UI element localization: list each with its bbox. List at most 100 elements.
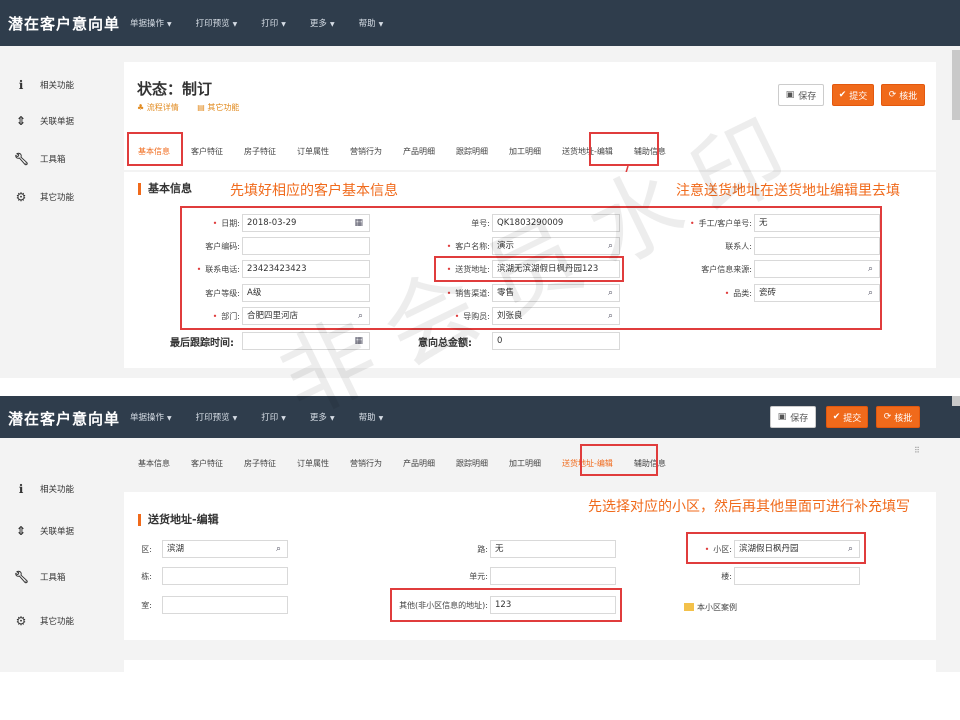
submit-button[interactable]: ✔ 提交 [832,84,874,106]
submit-button[interactable]: ✔ 提交 [826,406,868,428]
search-icon[interactable]: ⌕ [868,261,873,277]
sidebar-item-toolbox[interactable]: 🔧︎ 工具箱 [14,152,66,166]
scrollbar[interactable] [952,396,960,406]
community-case-link[interactable]: 本小区案例 [684,602,737,613]
app-title: 潜在客户意向单 [8,410,121,428]
wrench-icon: 🔧︎ [14,570,30,584]
tab-house-features[interactable]: 房子特征 [244,146,276,157]
resize-grip-icon: ⠿ [914,446,920,455]
tab-product-detail[interactable]: 产品明细 [403,146,435,157]
category-field[interactable]: 瓷砖 ⌕ [754,284,880,302]
menu-document-ops[interactable]: 单据操作 ▼ [130,411,172,423]
other-function-link[interactable]: ▤ 其它功能 [197,103,247,112]
contact-label: 联系人: [725,242,752,251]
guide-field[interactable]: 刘张良 ⌕ [492,307,620,325]
menu-help[interactable]: 帮助 ▼ [359,17,384,29]
phone-field[interactable]: 23423423423 [242,260,370,278]
review-button[interactable]: ⟳ 核批 [876,406,920,428]
tab-customer-features[interactable]: 客户特征 [191,458,223,469]
search-icon[interactable]: ⌕ [868,285,873,301]
sidebar-item-toolbox[interactable]: 🔧︎ 工具箱 [14,570,66,584]
department-label: • 部门: [212,312,240,321]
tab-processing-detail[interactable]: 加工明细 [509,146,541,157]
sidebar-item-other[interactable]: ⚙ 其它功能 [14,614,74,628]
tab-order-attributes[interactable]: 订单属性 [297,458,329,469]
road-field[interactable]: 无 [490,540,616,558]
menu-more[interactable]: 更多 ▼ [310,17,335,29]
search-icon[interactable]: ⌕ [608,308,613,324]
top-menu: 单据操作 ▼ 打印预览 ▼ 打印 ▼ 更多 ▼ 帮助 ▼ [130,0,407,46]
screenshot-panel-address-edit: 潜在客户意向单 单据操作 ▼ 打印预览 ▼ 打印 ▼ 更多 ▼ 帮助 ▼ ▣ 保存 ✔ 提交 … [0,396,960,672]
tab-order-attributes[interactable]: 订单属性 [297,146,329,157]
save-button[interactable]: ▣ 保存 [770,406,816,428]
customer-level-label: 客户等级: [205,289,240,298]
room-label: 室: [141,601,152,610]
tab-customer-features[interactable]: 客户特征 [191,146,223,157]
search-icon[interactable]: ⌕ [608,285,613,301]
category-label: • 品类: [724,289,752,298]
customer-level-field[interactable]: A级 [242,284,370,302]
tab-processing-detail[interactable]: 加工明细 [509,458,541,469]
customer-name-field[interactable]: 演示 ⌕ [492,237,620,255]
sidebar-item-related[interactable]: ℹ 相关功能 [14,78,74,92]
sidebar-item-other[interactable]: ⚙ 其它功能 [14,190,74,204]
tab-basic-info[interactable]: 基本信息 [138,458,170,469]
sidebar-item-linked-docs[interactable]: ⇕ 关联单据 [14,114,74,128]
folder-icon [684,603,694,611]
district-field[interactable]: 滨湖 ⌕ [162,540,288,558]
menu-more[interactable]: 更多 ▼ [310,411,335,423]
save-button[interactable]: ▣ 保存 [778,84,824,106]
info-icon: ℹ [18,482,24,496]
unit-field[interactable] [490,567,616,585]
menu-print-preview[interactable]: 打印预览 ▼ [196,17,238,29]
flow-detail-link[interactable]: ♣ 流程详情 [137,103,187,112]
tab-marketing[interactable]: 营销行为 [350,146,382,157]
tab-tracking-detail[interactable]: 跟踪明细 [456,146,488,157]
search-icon[interactable]: ⌕ [358,308,363,324]
tab-house-features[interactable]: 房子特征 [244,458,276,469]
manual-no-field[interactable]: 无 [754,214,880,232]
phone-label: • 联系电话: [196,265,240,274]
floor-field[interactable] [734,567,860,585]
info-icon: ℹ [18,78,24,92]
building-field[interactable] [162,567,288,585]
approve-icon: ⟳ [888,90,897,100]
basic-info-title: 基本信息 [138,183,192,195]
tab-tracking-detail[interactable]: 跟踪明细 [456,458,488,469]
wrench-icon: 🔧︎ [14,152,30,166]
menu-print-preview[interactable]: 打印预览 ▼ [196,411,238,423]
order-no-field[interactable]: QK1803290009 [492,214,620,232]
scrollbar[interactable] [952,50,960,120]
search-icon[interactable]: ⌕ [276,541,281,557]
sales-channel-field[interactable]: 零售 ⌕ [492,284,620,302]
menu-print[interactable]: 打印 ▼ [261,411,286,423]
menu-print[interactable]: 打印 ▼ [261,17,286,29]
sidebar-item-related[interactable]: ℹ 相关功能 [14,482,74,496]
last-follow-field[interactable]: ▦ [242,332,370,350]
review-button[interactable]: ⟳ 核批 [881,84,925,106]
last-follow-label: 最后跟踪时间: [170,338,234,349]
info-source-field[interactable]: ⌕ [754,260,880,278]
date-field[interactable]: 2018-03-29 ▦ [242,214,370,232]
total-amount-label: 意向总金额: [418,338,472,349]
menu-help[interactable]: 帮助 ▼ [359,411,384,423]
calendar-icon[interactable]: ▦ [354,215,363,231]
sales-channel-label: • 销售渠道: [446,289,490,298]
sidebar-item-linked-docs[interactable]: ⇕ 关联单据 [14,524,74,538]
customer-code-label: 客户编码: [205,242,240,251]
total-amount-field[interactable]: 0 [492,332,620,350]
contact-field[interactable] [754,237,880,255]
annotation-select-community: 先选择对应的小区，然后再其他里面可进行补充填写 [588,499,910,515]
customer-code-field[interactable] [242,237,370,255]
annotation-address-note: 注意送货地址在送货地址编辑里去填 [676,183,900,199]
search-icon[interactable]: ⌕ [608,238,613,254]
room-field[interactable] [162,596,288,614]
link-icon: ⇕ [15,524,27,538]
district-label: 区: [141,545,152,554]
department-field[interactable]: 合肥四里河店 ⌕ [242,307,370,325]
tab-marketing[interactable]: 营销行为 [350,458,382,469]
menu-document-ops[interactable]: 单据操作 ▼ [130,17,172,29]
gears-icon: ⚙ [15,614,27,628]
calendar-icon[interactable]: ▦ [354,333,363,349]
tab-product-detail[interactable]: 产品明细 [403,458,435,469]
